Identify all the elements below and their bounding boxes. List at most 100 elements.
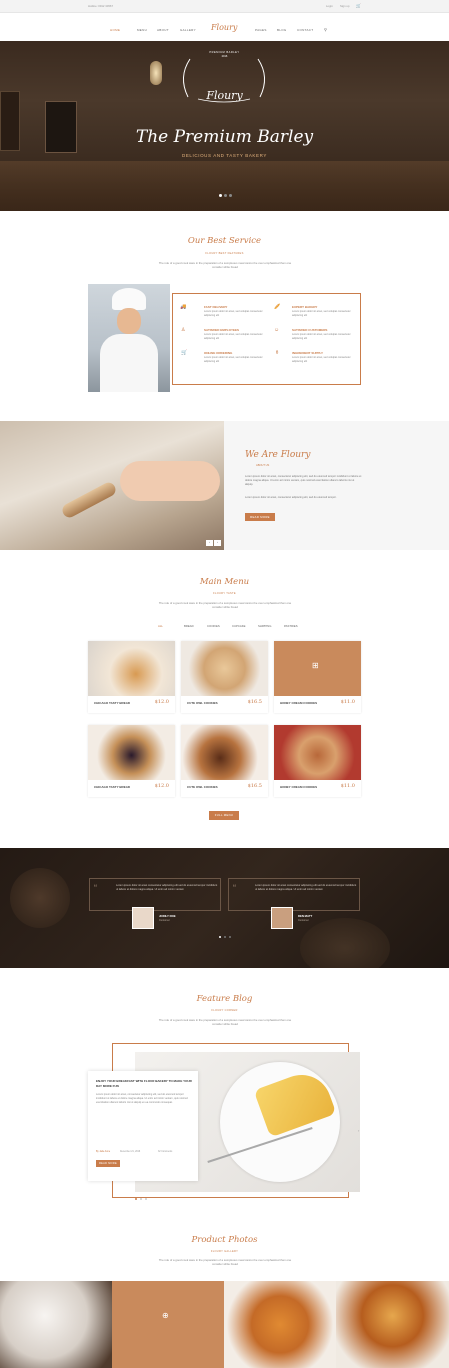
- filter-cupcake[interactable]: CUPCAKE: [232, 624, 246, 628]
- menu-item-name: CUTE OWL COOKIES: [187, 785, 218, 789]
- menu-card[interactable]: HONEY CREAM COOKIES $11.0: [274, 725, 361, 797]
- service-text: Lorem ipsum dolor sit amet, sed volutpat…: [292, 310, 351, 317]
- search-icon[interactable]: ⚲: [324, 27, 327, 32]
- cupcake-image: [181, 725, 268, 780]
- chef-face: [117, 308, 141, 334]
- about-next-button[interactable]: ›: [214, 540, 221, 546]
- testimonial-dot-active[interactable]: [219, 936, 221, 938]
- full-menu-button[interactable]: FULL MENU: [209, 811, 239, 820]
- avatar: [132, 907, 154, 929]
- services-description: The role of a good cook ware in the prep…: [158, 261, 292, 269]
- menu-description: The role of a good cook ware in the prep…: [158, 601, 292, 609]
- image-link-icon[interactable]: ⊞: [312, 661, 319, 670]
- login-link[interactable]: Login: [326, 4, 333, 8]
- nav-logo[interactable]: Floury: [211, 23, 237, 32]
- menu-card[interactable]: CUTE OWL COOKIES $16.5: [181, 725, 268, 797]
- service-text: Lorem ipsum dolor sit amet, sed volutpat…: [204, 333, 263, 340]
- customers-icon: ☺: [274, 327, 280, 333]
- menu-card[interactable]: CHICAGO TASTY BREAD $12.0: [88, 641, 175, 713]
- filter-all[interactable]: ALL: [158, 624, 163, 628]
- hero-subtitle: DELICIOUS AND TASTY BAKERY: [181, 153, 268, 158]
- photos-title: Product Photos: [191, 1235, 258, 1245]
- service-title: FAST DELIVERY: [204, 305, 228, 309]
- photos-description: The role of a good cook ware in the prep…: [158, 1258, 292, 1266]
- photo-jam[interactable]: [336, 1281, 449, 1368]
- hero-logo: Floury: [206, 89, 243, 102]
- hero-badge-top: PREMIUM BARLEY: [209, 51, 240, 54]
- blog-next-icon[interactable]: ›: [358, 1128, 359, 1133]
- blog-post-title[interactable]: ENJOY YOUR BREAKFAST WITH FLOUR BAKERY T…: [96, 1079, 192, 1088]
- truck-icon: 🚚: [180, 304, 187, 310]
- slider-dot[interactable]: [224, 194, 227, 197]
- menu-item-price: $16.5: [247, 699, 262, 705]
- testimonial-dot[interactable]: [224, 936, 226, 938]
- service-title: SATISFIED EMPLOYEES: [204, 328, 239, 332]
- slider-dot-active[interactable]: [219, 194, 222, 197]
- menu-card[interactable]: CUTE OWL COOKIES $16.5: [181, 641, 268, 713]
- blog-dot-active[interactable]: [135, 1198, 137, 1200]
- bread-shelf: [0, 161, 449, 211]
- chef-hat: [112, 288, 146, 310]
- testimonial-box: “ Lorem ipsum dolor sit amet consectetur…: [228, 878, 360, 911]
- blog-author[interactable]: By Jade Anne: [96, 1151, 110, 1153]
- testimonial-name: JODILY DOE: [159, 914, 176, 918]
- hotline-text: Hotline: 0912 34567: [88, 4, 114, 8]
- service-title: INGREDIENT SUPPLY: [292, 351, 324, 355]
- bread-bg: [10, 868, 70, 928]
- menu-item-price: $11.0: [340, 783, 355, 789]
- menu-card[interactable]: CHICAGO TASTY BREAD $12.0: [88, 725, 175, 797]
- photo-bread[interactable]: ⊕: [112, 1281, 224, 1368]
- about-text-2: Lorem ipsum dolor sit amet, consectetur …: [245, 496, 337, 499]
- testimonial-box: “ Lorem ipsum dolor sit amet consectetur…: [89, 878, 221, 911]
- nav-gallery[interactable]: GALLERY: [180, 28, 196, 32]
- filter-pastries[interactable]: PASTRIES: [284, 624, 298, 628]
- menu-item-name: CHICAGO TASTY BREAD: [94, 701, 131, 705]
- menu-item-name: CHICAGO TASTY BREAD: [94, 785, 131, 789]
- hands: [120, 461, 220, 501]
- image-link-icon[interactable]: ⊕: [162, 1311, 169, 1320]
- read-more-button[interactable]: READ MORE: [245, 513, 275, 521]
- blog-comments[interactable]: 32 Comments: [158, 1151, 172, 1153]
- photo-donuts[interactable]: [224, 1281, 336, 1368]
- nav-contact[interactable]: CONTACT: [297, 28, 313, 32]
- nav-blog[interactable]: BLOG: [277, 28, 287, 32]
- tart-image: [88, 725, 175, 780]
- quote-icon: “: [233, 883, 236, 893]
- menu-item-price: $16.5: [247, 783, 262, 789]
- blog-title: Feature Blog: [196, 994, 253, 1004]
- nav-about[interactable]: ABOUT: [157, 28, 169, 32]
- blog-read-more-button[interactable]: READ MORE: [96, 1160, 120, 1167]
- rolling-pin: [60, 480, 118, 520]
- services-subtitle: FLOURY BEST FEATURES: [205, 252, 244, 255]
- hero-banner: PREMIUM BARLEY 2016 Floury The Premium B…: [0, 41, 449, 211]
- menu-card[interactable]: ⊞ HONEY CREAM COOKIES $11.0: [274, 641, 361, 713]
- filter-shipping[interactable]: SHIPPING: [258, 624, 271, 628]
- honey-cookies-image: ⊞: [274, 641, 361, 696]
- testimonial-text: Lorem ipsum dolor sit amet consectetur a…: [255, 884, 357, 891]
- slider-dot[interactable]: [229, 194, 232, 197]
- blog-dot[interactable]: [140, 1198, 142, 1200]
- about-prev-button[interactable]: ‹: [206, 540, 213, 546]
- signup-link[interactable]: Sign up: [340, 4, 350, 8]
- croissant-image: [88, 641, 175, 696]
- cart-icon[interactable]: 🛒: [356, 3, 361, 8]
- nav-menu[interactable]: MENU: [137, 28, 147, 32]
- filter-bread[interactable]: BREAD: [184, 624, 194, 628]
- testimonials-section: “ Lorem ipsum dolor sit amet consectetur…: [0, 848, 449, 968]
- blog-dot[interactable]: [145, 1198, 147, 1200]
- nav-home[interactable]: HOME: [110, 28, 120, 32]
- filter-cookies[interactable]: COOKIES: [207, 624, 220, 628]
- testimonial-dot[interactable]: [229, 936, 231, 938]
- nav-pages[interactable]: PAGES: [255, 28, 267, 32]
- avatar: [271, 907, 293, 929]
- hero-badge-bottom: 2016: [221, 55, 228, 58]
- photo-tea[interactable]: [0, 1281, 112, 1368]
- service-text: Lorem ipsum dolor sit amet, sed volutpat…: [292, 333, 351, 340]
- about-image: [0, 421, 224, 550]
- hero-title: The Premium Barley: [135, 127, 314, 147]
- blog-post-text: Lorem ipsum dolor sit amet, consectetur …: [96, 1093, 188, 1104]
- chef-coat: [100, 334, 158, 392]
- service-text: Lorem ipsum dolor sit amet, sed volutpat…: [204, 356, 263, 363]
- about-text: Lorem ipsum dolor sit amet, consectetur …: [245, 475, 362, 486]
- service-text: Lorem ipsum dolor sit amet, sed volutpat…: [204, 310, 263, 317]
